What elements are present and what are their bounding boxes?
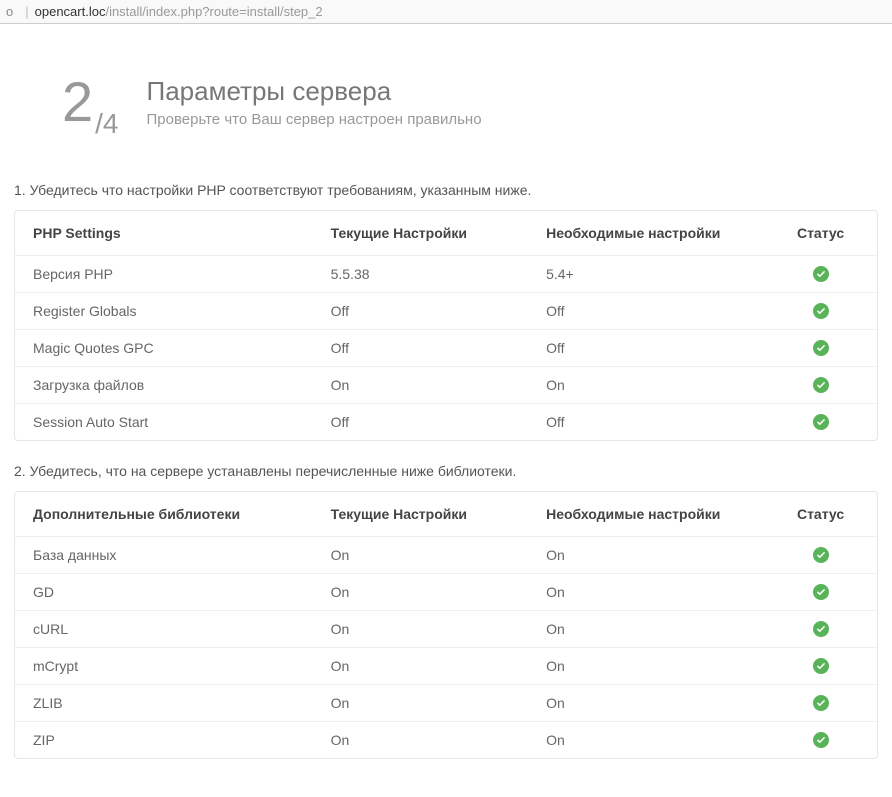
col-required: Необходимые настройки — [528, 211, 764, 256]
php-settings-body: Версия PHP5.5.385.4+Register GlobalsOffO… — [15, 256, 877, 441]
table-header-row: Дополнительные библиотеки Текущие Настро… — [15, 492, 877, 537]
cell-name: Session Auto Start — [15, 404, 313, 441]
cell-status — [764, 537, 877, 574]
address-host: opencart.loc — [35, 4, 106, 19]
cell-name: ZLIB — [15, 685, 313, 722]
address-path: /install/index.php?route=install/step_2 — [105, 4, 322, 19]
cell-current: On — [313, 685, 529, 722]
table-row: GDOnOn — [15, 574, 877, 611]
cell-name: cURL — [15, 611, 313, 648]
check-circle-icon — [813, 303, 829, 319]
cell-current: On — [313, 611, 529, 648]
cell-name: mCrypt — [15, 648, 313, 685]
cell-current: Off — [313, 293, 529, 330]
table-row: Magic Quotes GPCOffOff — [15, 330, 877, 367]
cell-required: On — [528, 611, 764, 648]
cell-name: Magic Quotes GPC — [15, 330, 313, 367]
check-circle-icon — [813, 695, 829, 711]
step-total: /4 — [95, 108, 118, 139]
col-status: Статус — [764, 492, 877, 537]
check-circle-icon — [813, 658, 829, 674]
table-row: Register GlobalsOffOff — [15, 293, 877, 330]
cell-required: Off — [528, 404, 764, 441]
cell-name: ZIP — [15, 722, 313, 759]
table-row: mCryptOnOn — [15, 648, 877, 685]
cell-current: Off — [313, 404, 529, 441]
cell-current: On — [313, 648, 529, 685]
section2-intro: 2. Убедитесь, что на сервере устанавлены… — [14, 463, 878, 479]
cell-required: Off — [528, 293, 764, 330]
col-name: PHP Settings — [15, 211, 313, 256]
table-row: Версия PHP5.5.385.4+ — [15, 256, 877, 293]
cell-status — [764, 648, 877, 685]
address-separator: | — [25, 4, 28, 19]
check-circle-icon — [813, 732, 829, 748]
cell-status — [764, 367, 877, 404]
cell-name: GD — [15, 574, 313, 611]
col-current: Текущие Настройки — [313, 492, 529, 537]
page-subtitle: Проверьте что Ваш сервер настроен правил… — [147, 111, 482, 128]
cell-status — [764, 574, 877, 611]
section1-intro: 1. Убедитесь что настройки PHP соответст… — [14, 182, 878, 198]
check-circle-icon — [813, 584, 829, 600]
address-bar[interactable]: o | opencart.loc/install/index.php?route… — [0, 0, 892, 24]
col-status: Статус — [764, 211, 877, 256]
extensions-body: База данныхOnOnGDOnOncURLOnOnmCryptOnOnZ… — [15, 537, 877, 759]
table-row: Загрузка файловOnOn — [15, 367, 877, 404]
cell-current: On — [313, 537, 529, 574]
cell-name: Register Globals — [15, 293, 313, 330]
cell-required: On — [528, 722, 764, 759]
cell-status — [764, 330, 877, 367]
check-circle-icon — [813, 340, 829, 356]
cell-current: On — [313, 367, 529, 404]
php-settings-table: PHP Settings Текущие Настройки Необходим… — [15, 211, 877, 440]
page-content: 2/4 Параметры сервера Проверьте что Ваш … — [0, 24, 892, 789]
cell-required: On — [528, 685, 764, 722]
check-circle-icon — [813, 377, 829, 393]
table-row: Session Auto StartOffOff — [15, 404, 877, 441]
col-current: Текущие Настройки — [313, 211, 529, 256]
cell-current: Off — [313, 330, 529, 367]
cell-status — [764, 293, 877, 330]
cell-status — [764, 256, 877, 293]
cell-required: On — [528, 537, 764, 574]
table-row: ZIPOnOn — [15, 722, 877, 759]
table-row: ZLIBOnOn — [15, 685, 877, 722]
cell-required: 5.4+ — [528, 256, 764, 293]
cell-required: On — [528, 367, 764, 404]
check-circle-icon — [813, 266, 829, 282]
check-circle-icon — [813, 547, 829, 563]
cell-name: Версия PHP — [15, 256, 313, 293]
extensions-table: Дополнительные библиотеки Текущие Настро… — [15, 492, 877, 758]
address-prefix: o — [6, 4, 13, 19]
header-text: Параметры сервера Проверьте что Ваш серв… — [147, 76, 482, 128]
step-current: 2 — [62, 70, 93, 133]
cell-status — [764, 685, 877, 722]
cell-required: On — [528, 574, 764, 611]
table-header-row: PHP Settings Текущие Настройки Необходим… — [15, 211, 877, 256]
cell-name: База данных — [15, 537, 313, 574]
table-row: База данныхOnOn — [15, 537, 877, 574]
php-settings-panel: PHP Settings Текущие Настройки Необходим… — [14, 210, 878, 441]
extensions-panel: Дополнительные библиотеки Текущие Настро… — [14, 491, 878, 759]
col-required: Необходимые настройки — [528, 492, 764, 537]
cell-current: 5.5.38 — [313, 256, 529, 293]
page-header: 2/4 Параметры сервера Проверьте что Ваш … — [14, 24, 878, 160]
cell-current: On — [313, 722, 529, 759]
cell-status — [764, 404, 877, 441]
col-name: Дополнительные библиотеки — [15, 492, 313, 537]
check-circle-icon — [813, 621, 829, 637]
cell-status — [764, 611, 877, 648]
cell-current: On — [313, 574, 529, 611]
page-title: Параметры сервера — [147, 76, 482, 107]
cell-name: Загрузка файлов — [15, 367, 313, 404]
cell-required: Off — [528, 330, 764, 367]
cell-status — [764, 722, 877, 759]
table-row: cURLOnOn — [15, 611, 877, 648]
check-circle-icon — [813, 414, 829, 430]
step-indicator: 2/4 — [62, 74, 119, 130]
cell-required: On — [528, 648, 764, 685]
